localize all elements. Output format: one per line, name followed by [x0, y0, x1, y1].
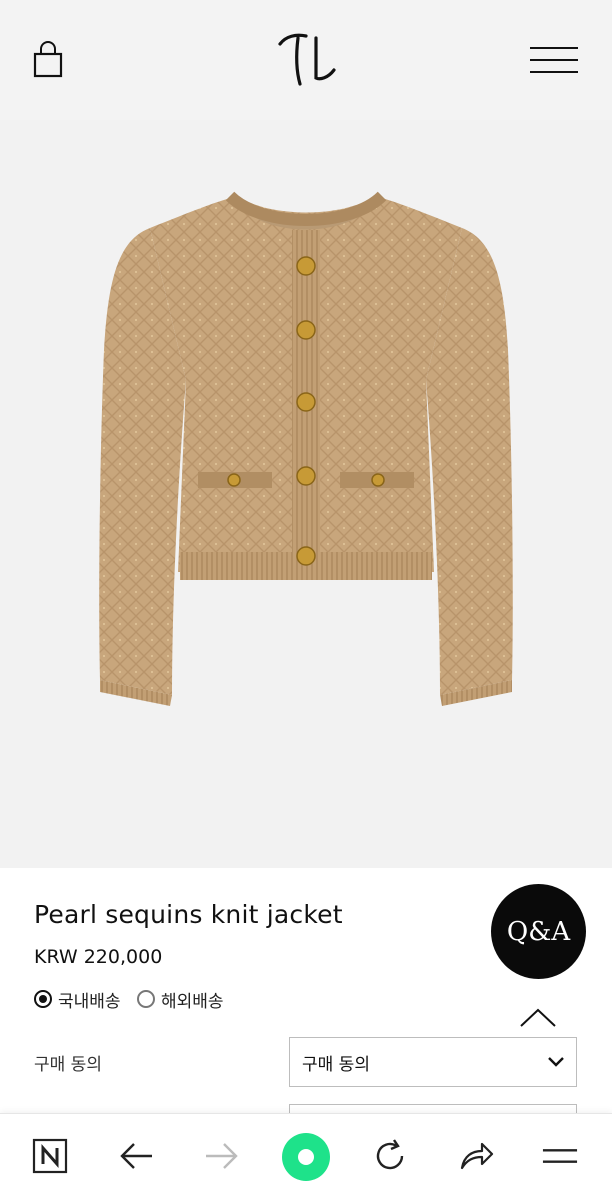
product-title: Pearl sequins knit jacket [34, 900, 343, 929]
menu-icon[interactable] [542, 1138, 578, 1174]
chevron-up-icon[interactable] [518, 1002, 558, 1030]
hamburger-menu-icon[interactable] [528, 44, 580, 76]
forward-arrow-icon[interactable] [204, 1138, 240, 1174]
qa-button[interactable]: Q&A [491, 884, 586, 979]
shipping-option-overseas[interactable]: 해외배송 [137, 986, 224, 1012]
select-value: 구매 동의 [302, 1054, 370, 1075]
naver-n-icon[interactable] [32, 1138, 68, 1174]
shipping-option-domestic[interactable]: 국내배송 [34, 986, 121, 1012]
shipping-option-label: 해외배송 [161, 991, 224, 1012]
cardigan-illustration [99, 191, 513, 706]
share-icon[interactable] [458, 1138, 494, 1174]
purchase-agreement-select[interactable]: 구매 동의 [289, 1037, 577, 1087]
home-dot-icon[interactable] [282, 1133, 330, 1181]
product-price: KRW 220,000 [34, 946, 163, 968]
purchase-agreement-label: 구매 동의 [34, 1055, 102, 1075]
chevron-down-icon [548, 1057, 564, 1067]
product-image[interactable] [0, 120, 612, 868]
reload-icon[interactable] [372, 1138, 408, 1174]
back-arrow-icon[interactable] [118, 1138, 154, 1174]
shopping-bag-icon[interactable] [32, 40, 64, 80]
radio-unselected-icon[interactable] [137, 990, 155, 1008]
radio-selected-icon[interactable] [34, 990, 52, 1008]
shipping-option-label: 국내배송 [58, 991, 121, 1012]
brand-monogram-icon[interactable] [276, 30, 336, 88]
